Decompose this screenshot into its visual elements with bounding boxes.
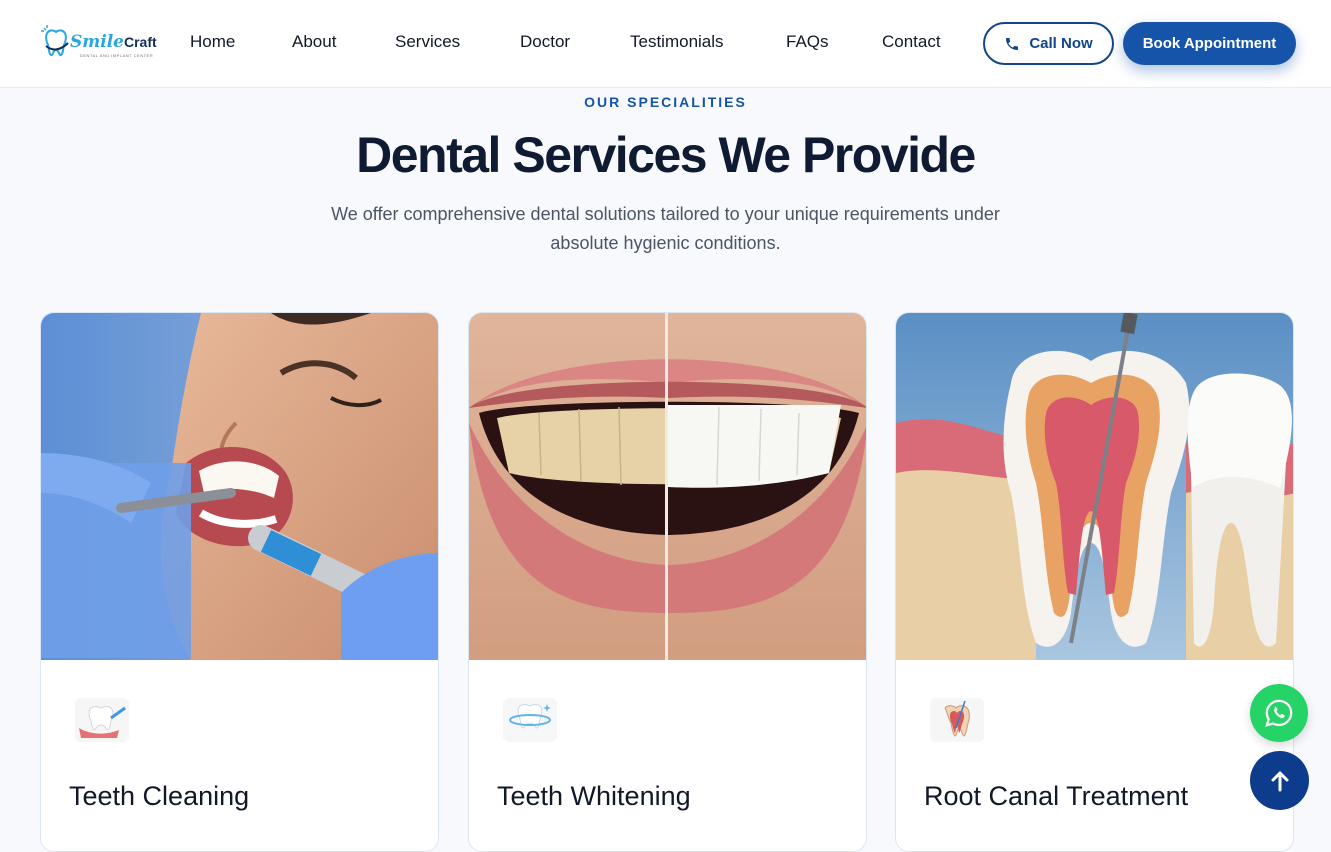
logo-brand-b: Craft xyxy=(124,34,157,50)
teeth-cleaning-image xyxy=(41,313,438,660)
nav-doctor[interactable]: Doctor xyxy=(520,32,570,52)
service-card-teeth-cleaning[interactable]: Teeth Cleaning xyxy=(40,312,439,852)
call-now-label: Call Now xyxy=(1029,35,1093,52)
root-canal-image xyxy=(896,313,1293,660)
section-title: Dental Services We Provide xyxy=(356,127,976,183)
card-title: Teeth Whitening xyxy=(497,781,691,811)
service-card-root-canal[interactable]: Root Canal Treatment xyxy=(895,312,1294,852)
whatsapp-button[interactable] xyxy=(1250,684,1308,742)
logo-brand-a: Smile xyxy=(70,32,124,52)
phone-icon xyxy=(1006,37,1019,50)
call-now-button[interactable]: Call Now xyxy=(983,22,1114,65)
tooth-logo-icon xyxy=(41,25,69,57)
card-title: Teeth Cleaning xyxy=(69,781,250,811)
section-eyebrow: OUR SPECIALITIES xyxy=(584,94,747,110)
scroll-to-top-button[interactable] xyxy=(1250,751,1309,810)
nav-services[interactable]: Services xyxy=(395,32,460,52)
tooth-sparkle-icon xyxy=(503,698,557,742)
nav-about[interactable]: About xyxy=(292,32,336,52)
site-header: SmileCraft DENTAL AND IMPLANT CENTER Hom… xyxy=(0,0,1331,88)
nav-contact[interactable]: Contact xyxy=(882,32,941,52)
nav-faqs[interactable]: FAQs xyxy=(786,32,829,52)
card-title: Root Canal Treatment xyxy=(924,781,1189,811)
whatsapp-icon xyxy=(1265,699,1293,727)
arrow-up-icon xyxy=(1271,771,1288,791)
service-card-teeth-whitening[interactable]: Teeth Whitening xyxy=(468,312,867,852)
nav-testimonials[interactable]: Testimonials xyxy=(630,32,724,52)
nav-home[interactable]: Home xyxy=(190,32,235,52)
root-canal-icon xyxy=(930,698,984,742)
logo[interactable]: SmileCraft DENTAL AND IMPLANT CENTER xyxy=(40,24,157,62)
tooth-cleaning-icon xyxy=(75,698,129,742)
teeth-whitening-image xyxy=(469,313,866,660)
section-description: We offer comprehensive dental solutions … xyxy=(331,204,1000,253)
book-appointment-button[interactable]: Book Appointment xyxy=(1123,22,1296,65)
logo-tagline: DENTAL AND IMPLANT CENTER xyxy=(80,53,154,58)
